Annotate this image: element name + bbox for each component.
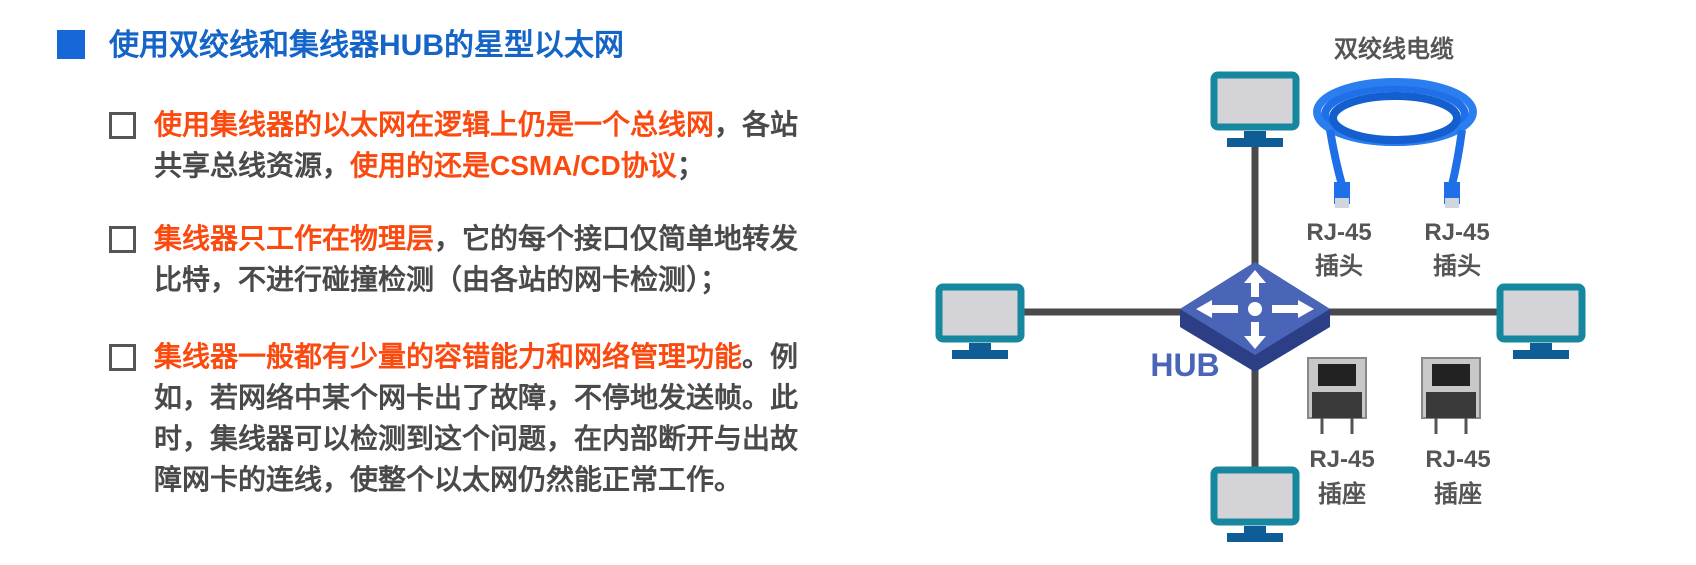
- cable-label: 双绞线电缆: [1334, 35, 1454, 63]
- twisted-pair-cable-icon: [1313, 78, 1477, 208]
- socket-label-2: RJ-45 插座: [1425, 446, 1490, 508]
- svg-text:RJ-45: RJ-45: [1424, 219, 1489, 246]
- rj45-socket-icon: [1421, 357, 1481, 434]
- right-computer-icon: [1500, 287, 1582, 359]
- hub-label: HUB: [1150, 347, 1219, 383]
- svg-text:RJ-45: RJ-45: [1425, 446, 1490, 473]
- star-topology-diagram: HUB 双绞线电缆 RJ-45 插头 RJ-45 插头 RJ-45 插座 RJ-…: [0, 35, 1696, 565]
- svg-text:插头: 插头: [1315, 253, 1363, 280]
- top-computer-icon: [1214, 75, 1296, 147]
- svg-text:RJ-45: RJ-45: [1309, 446, 1374, 473]
- plug-label-2: RJ-45 插头: [1424, 219, 1489, 280]
- svg-text:插座: 插座: [1318, 480, 1366, 508]
- left-computer-icon: [939, 287, 1021, 359]
- svg-text:插座: 插座: [1434, 480, 1482, 508]
- svg-text:插头: 插头: [1433, 253, 1481, 280]
- plug-label-1: RJ-45 插头: [1306, 219, 1371, 280]
- svg-text:RJ-45: RJ-45: [1306, 219, 1371, 246]
- rj45-socket-icon: [1307, 357, 1367, 434]
- bottom-computer-icon: [1214, 470, 1296, 542]
- socket-label-1: RJ-45 插座: [1309, 446, 1374, 508]
